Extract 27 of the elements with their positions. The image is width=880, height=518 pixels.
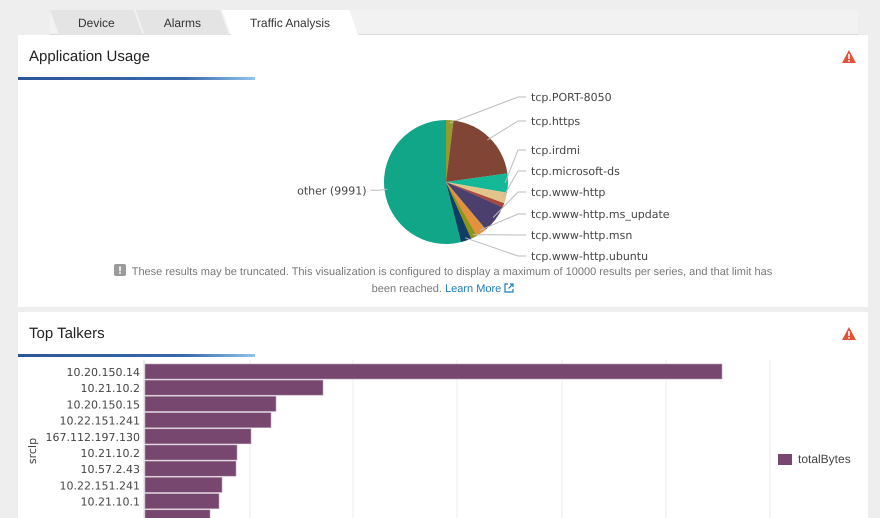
axis-label: 10.21.10.1	[80, 496, 140, 509]
slice-label: tcp.irdmi	[531, 144, 580, 157]
axis-label: 10.22.151.241	[60, 414, 140, 428]
axis-title: srcIp	[26, 438, 39, 464]
slice-label: tcp.https	[531, 115, 580, 128]
panel-title: Application Usage	[29, 48, 150, 64]
panel-title: Top Talkers	[29, 324, 105, 342]
slice-label: other (9991)	[297, 184, 366, 198]
slice-label: tcp.www-http.ms_update	[531, 208, 670, 221]
axis-label: 10.21.10.2	[80, 382, 140, 396]
slice-label: tcp.www-http	[531, 186, 606, 199]
notice-text: These results may be truncated. This visualization is configured to display a maximum of 10000 results per series, and that limit has been reached. Learn More	[132, 266, 772, 295]
axis-label: 10.57.2.43	[80, 463, 140, 476]
slice-label: tcp.PORT-8050	[531, 91, 612, 104]
axis-label: 10.21.10.2	[80, 447, 140, 460]
learn-more-link[interactable]: Learn More	[445, 283, 514, 295]
tab[interactable]: Device	[50, 10, 143, 35]
tab[interactable]: Alarms	[136, 10, 230, 35]
slice-label: tcp.www-http.msn	[531, 229, 632, 242]
axis-label: 167.112.197.130	[46, 430, 140, 444]
axis-label: 10.20.150.14	[66, 366, 140, 379]
legend-item: totalBytes	[778, 451, 851, 467]
axis-label: 10.20.150.15	[66, 398, 140, 412]
axis-label: 10.22.151.241	[60, 479, 140, 492]
slice-label: tcp.microsoft-ds	[531, 165, 620, 178]
tab[interactable]: Traffic Analysis	[222, 10, 358, 35]
slice-label: tcp.www-http.ubuntu	[531, 250, 648, 262]
